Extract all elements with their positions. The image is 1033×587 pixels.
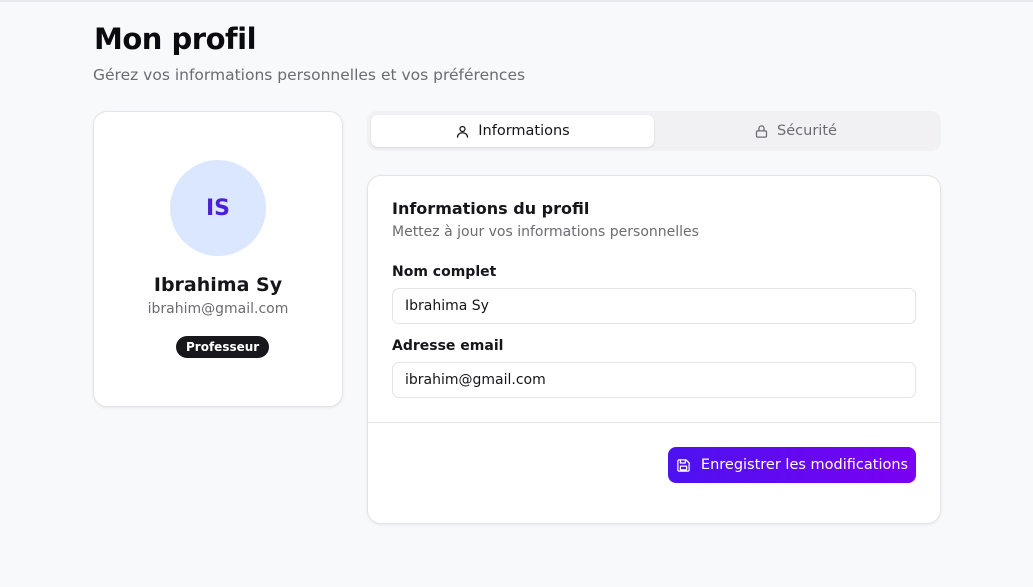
page-subtitle: Gérez vos informations personnelles et v…: [93, 66, 526, 84]
avatar: IS: [170, 160, 266, 256]
tab-label: Informations: [478, 123, 570, 139]
top-border: [0, 0, 1033, 2]
email-label: Adresse email: [392, 338, 504, 354]
tab-label: Sécurité: [777, 123, 837, 139]
page-title: Mon profil: [94, 22, 257, 56]
divider: [368, 422, 940, 423]
full-name-label: Nom complet: [392, 264, 497, 280]
full-name-input[interactable]: [392, 288, 916, 324]
tab-securite[interactable]: Sécurité: [654, 115, 937, 147]
email-input[interactable]: [392, 362, 916, 398]
profile-form-card: Informations du profil Mettez à jour vos…: [367, 175, 941, 524]
avatar-initials: IS: [205, 195, 231, 221]
tab-list: Informations Sécurité: [367, 111, 941, 151]
lock-icon: [755, 124, 768, 138]
user-icon: [457, 125, 469, 138]
role-badge: Professeur: [176, 336, 270, 358]
card-title: Informations du profil: [392, 199, 590, 218]
tab-informations[interactable]: Informations: [371, 115, 654, 147]
profile-card: IS Ibrahima Sy ibrahim@gmail.com Profess…: [93, 111, 343, 407]
save-button[interactable]: Enregistrer les modifications: [668, 447, 916, 483]
save-icon: [677, 458, 690, 472]
profile-name: Ibrahima Sy: [153, 274, 283, 296]
card-description: Mettez à jour vos informations personnel…: [392, 224, 699, 240]
profile-email: ibrahim@gmail.com: [147, 301, 289, 317]
save-button-label: Enregistrer les modifications: [700, 457, 909, 473]
